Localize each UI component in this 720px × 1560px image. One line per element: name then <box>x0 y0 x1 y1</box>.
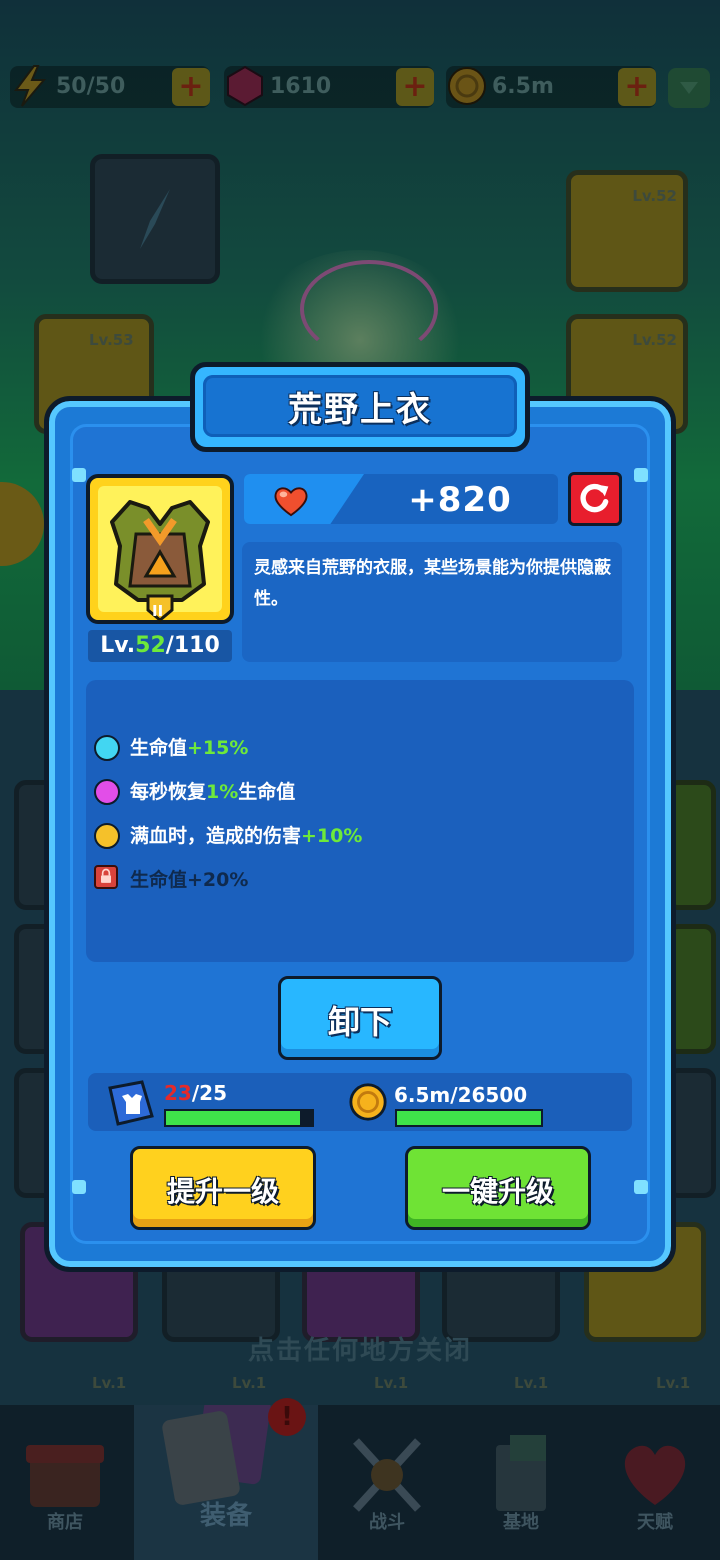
attribute-label: 生命值+20% <box>130 869 249 891</box>
attribute-value: 1% <box>206 781 239 803</box>
nav-label: 商店 <box>47 1512 83 1533</box>
material-need: /25 <box>191 1081 227 1105</box>
attribute-value: +10% <box>301 825 363 847</box>
hero-halo <box>300 260 438 358</box>
shuriken-icon <box>140 189 170 249</box>
slot-level: Lv.1 <box>514 1374 549 1392</box>
corner-rivet <box>72 1180 86 1194</box>
dropdown-toggle-button[interactable] <box>668 68 710 108</box>
add-gems-button[interactable]: + <box>396 68 434 106</box>
add-coins-button[interactable]: + <box>618 68 656 106</box>
coin-value: 6.5m <box>492 74 554 99</box>
item-name: 荒野上衣 <box>288 390 432 430</box>
attribute-label: 每秒恢复 <box>130 781 207 803</box>
upgrade-one-level-button[interactable]: 提升一级 <box>130 1146 316 1230</box>
gold-cost: 6.5m/26500 <box>394 1083 528 1107</box>
building-icon <box>496 1435 546 1511</box>
upgrade-one-label: 提升一级 <box>166 1175 279 1208</box>
attribute-label: 生命值 <box>130 737 188 759</box>
nav-label: 装备 <box>199 1501 252 1531</box>
heart-shield-icon <box>624 1445 686 1505</box>
weapon-slot[interactable] <box>90 154 220 284</box>
attribute-suffix: 生命值 <box>238 781 296 803</box>
nav-tab-base[interactable]: 基地 <box>456 1405 586 1560</box>
nav-label: 基地 <box>503 1512 539 1533</box>
gem-icon <box>227 65 263 107</box>
slot-level: Lv.53 <box>89 331 134 349</box>
nav-tab-talent[interactable]: 天赋 <box>590 1405 720 1560</box>
tier-mark: II <box>152 602 164 620</box>
energy-counter: 50/50 + <box>10 65 210 108</box>
nav-tab-battle[interactable]: 战斗 <box>322 1405 452 1560</box>
armor-slot[interactable]: Lv.52 <box>566 170 688 292</box>
energy-value: 50/50 <box>56 74 126 99</box>
slot-level: Lv.1 <box>374 1374 409 1392</box>
lock-icon <box>94 865 118 889</box>
corner-rivet <box>72 468 86 482</box>
unequip-label: 卸下 <box>327 1003 392 1041</box>
close-hint: 点击任何地方关闭 <box>247 1336 472 1366</box>
refresh-icon <box>580 483 609 513</box>
level-current: 52 <box>135 633 166 658</box>
coin-icon <box>349 1083 387 1121</box>
level-max: /110 <box>165 633 220 658</box>
swap-button[interactable] <box>568 472 622 526</box>
slot-level: Lv.52 <box>632 331 677 349</box>
corner-rivet <box>634 1180 648 1194</box>
magenta-dot-icon <box>94 779 120 805</box>
upgrade-all-label: 一键升级 <box>441 1175 554 1208</box>
attribute-value: +15% <box>187 737 249 759</box>
material-have: 23 <box>164 1081 192 1105</box>
slot-level: Lv.1 <box>656 1374 691 1392</box>
chevron-down-icon <box>680 82 698 94</box>
heart-icon <box>274 487 308 517</box>
item-icon-card: II <box>86 474 234 624</box>
item-level: Lv.52/110 <box>88 630 232 662</box>
slot-level: Lv.1 <box>92 1374 127 1392</box>
gold-progress-bar <box>395 1109 543 1127</box>
alert-badge: ! <box>268 1398 306 1436</box>
coin-icon <box>448 67 486 105</box>
armor-blueprint-icon <box>108 1080 154 1126</box>
coin-counter: 6.5m + <box>446 66 656 108</box>
material-progress-bar <box>164 1109 314 1127</box>
corner-rivet <box>634 468 648 482</box>
upgrade-max-button[interactable]: 一键升级 <box>405 1146 591 1230</box>
slot-level: Lv.1 <box>232 1374 267 1392</box>
add-energy-button[interactable]: + <box>172 68 210 106</box>
slot-level: Lv.52 <box>632 187 677 205</box>
shop-icon <box>26 1445 104 1507</box>
cyan-dot-icon <box>94 735 120 761</box>
unequip-button[interactable]: 卸下 <box>278 976 442 1060</box>
level-prefix: Lv. <box>100 633 136 658</box>
gem-counter: 1610 + <box>224 65 434 108</box>
material-count: 23/25 <box>164 1081 227 1105</box>
nav-tab-shop[interactable]: 商店 <box>0 1405 130 1560</box>
nav-label: 天赋 <box>637 1512 673 1533</box>
gem-value: 1610 <box>270 74 332 99</box>
attribute-label: 满血时，造成的伤害 <box>130 825 302 847</box>
item-description: 灵感来自荒野的衣服，某些场景能为你提供隐蔽性。 <box>254 558 611 609</box>
nav-label: 战斗 <box>369 1512 405 1533</box>
lightning-icon <box>14 65 47 107</box>
main-stat-value: +820 <box>408 480 512 520</box>
crossed-swords-icon <box>353 1438 421 1512</box>
yellow-dot-icon <box>94 823 120 849</box>
